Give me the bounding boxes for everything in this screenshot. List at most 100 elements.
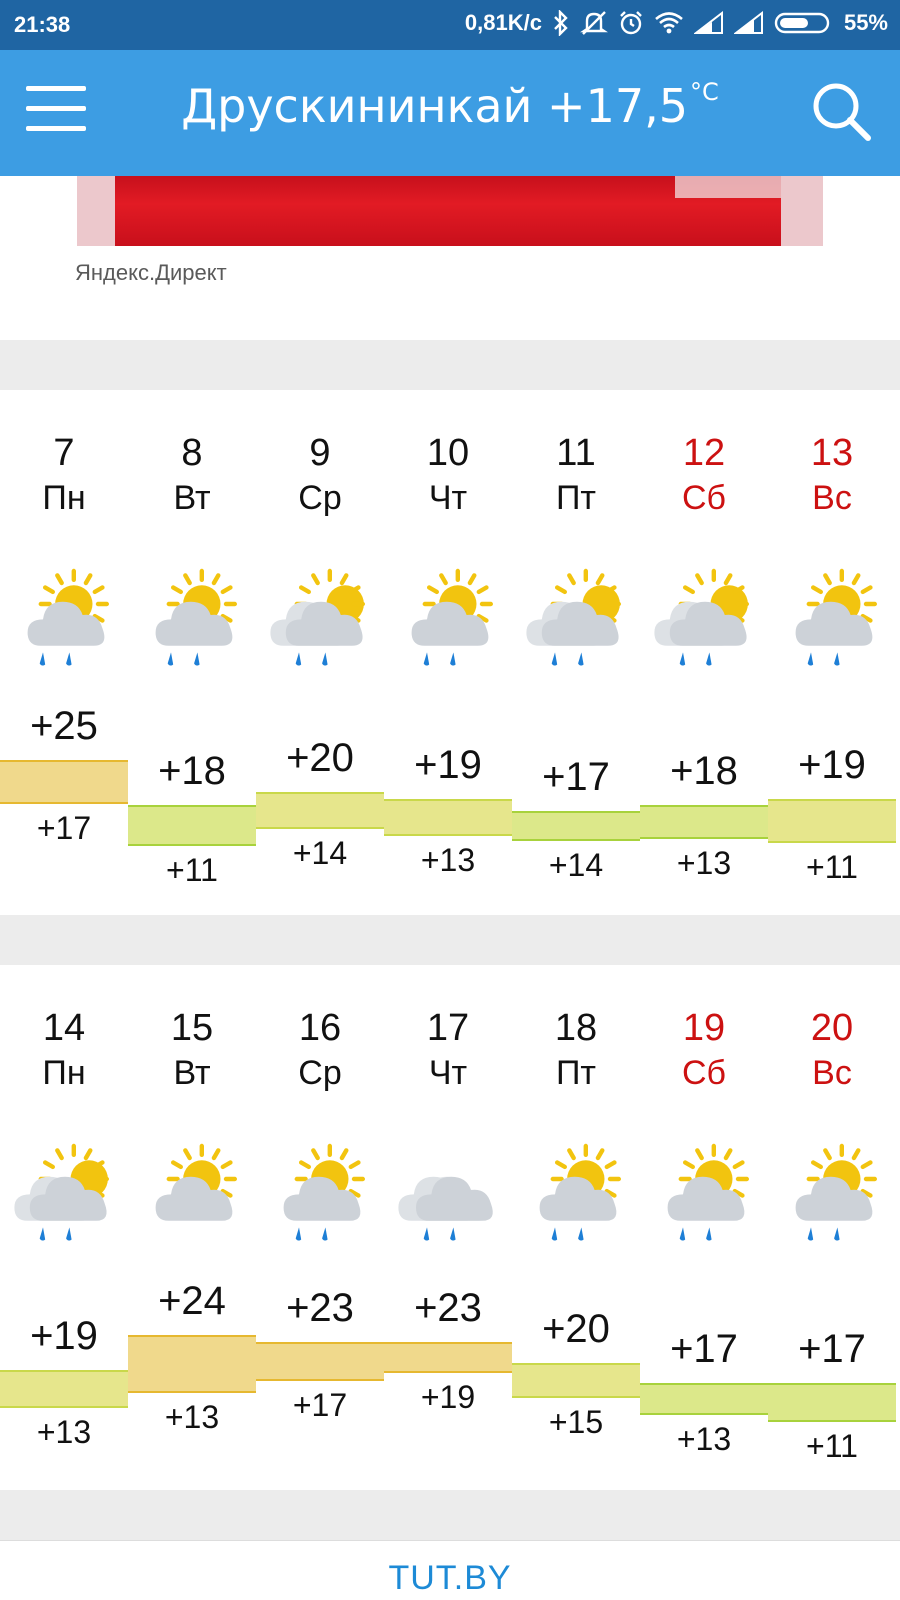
day-of-week: Вт xyxy=(173,479,211,517)
max-temperature: +18 xyxy=(158,749,226,793)
temperature-range-bar xyxy=(768,1383,896,1423)
day-of-week: Сб xyxy=(681,1054,727,1092)
temperature-range-bar xyxy=(128,1335,256,1393)
day-of-week: Ср xyxy=(298,1054,342,1092)
network-speed: 0,81K/c xyxy=(464,10,542,35)
day-number: 13 xyxy=(810,432,854,474)
day-number: 12 xyxy=(682,432,726,474)
temperature-unit: °C xyxy=(690,78,719,106)
day-number: 11 xyxy=(556,432,596,474)
max-temperature: +19 xyxy=(798,742,866,787)
day-header-16[interactable]: 16 Ср xyxy=(256,1005,384,1095)
min-temperature: +11 xyxy=(806,848,858,885)
day-header-12[interactable]: 12 Сб xyxy=(640,430,768,520)
partly-cloudy-rain-icon xyxy=(138,560,248,670)
day-header-17[interactable]: 17 Чт xyxy=(384,1005,512,1095)
ad-banner-graphic xyxy=(115,176,781,246)
day-of-week: Вт xyxy=(173,1054,211,1092)
min-temperature: +11 xyxy=(166,851,218,888)
max-temperature: +17 xyxy=(798,1327,866,1372)
day-header-13[interactable]: 13 Вс xyxy=(768,430,896,520)
mute-icon xyxy=(579,10,608,36)
day-number: 16 xyxy=(298,1007,342,1049)
ad-source-label: Яндекс.Директ xyxy=(75,260,227,285)
bluetooth-icon xyxy=(552,10,570,36)
day-number: 15 xyxy=(170,1007,214,1049)
day-of-week: Вс xyxy=(812,479,852,517)
day-number: 20 xyxy=(810,1007,854,1049)
temperature-range-bar xyxy=(128,805,256,846)
day-header-18[interactable]: 18 Пт xyxy=(512,1005,640,1095)
day-of-week: Пт xyxy=(555,1054,596,1092)
ad-banner-image[interactable] xyxy=(77,176,823,246)
status-bar: 21:38 0,81K/c 55% xyxy=(0,0,900,50)
temperature-range-bar xyxy=(256,1341,384,1381)
temperature-range-bar xyxy=(384,1341,512,1374)
min-temperature: +13 xyxy=(420,841,476,878)
footer[interactable]: TUT.BY xyxy=(0,1540,900,1600)
day-header-20[interactable]: 20 Вс xyxy=(768,1005,896,1095)
min-temperature: +13 xyxy=(676,1420,732,1457)
min-temperature: +17 xyxy=(292,1386,348,1423)
min-temperature: +19 xyxy=(420,1379,476,1416)
max-temperature: +20 xyxy=(542,1306,610,1351)
day-number: 8 xyxy=(181,432,203,474)
day-header-14[interactable]: 14 Пн xyxy=(0,1005,128,1095)
min-temperature: +15 xyxy=(548,1403,604,1440)
ad-block[interactable]: Яндекс.Директ xyxy=(0,176,900,340)
day-header-15[interactable]: 15 Вт xyxy=(128,1005,256,1095)
day-of-week: Пн xyxy=(42,1054,86,1092)
section-divider xyxy=(0,340,900,390)
day-header-7[interactable]: 7 Пн xyxy=(0,430,128,520)
overcast-rain-icon xyxy=(394,1135,504,1245)
cloudy-sun-rain-icon xyxy=(266,560,376,670)
max-temperature: +19 xyxy=(30,1313,98,1358)
forecast-week-2: 14 Пн +19 +13 15 Вт +24 +13 16 Ср +23 +17 17 Чт +23 +19… xyxy=(0,965,900,1490)
footer-brand-link[interactable]: TUT.BY xyxy=(388,1559,511,1598)
cloudy-sun-rain-icon xyxy=(10,1135,120,1245)
max-temperature: +17 xyxy=(542,755,610,800)
status-icons: 0,81K/c 55% xyxy=(465,10,888,36)
day-header-9[interactable]: 9 Ср xyxy=(256,430,384,520)
day-header-11[interactable]: 11 Пт xyxy=(512,430,640,520)
temperature-range-bar xyxy=(640,805,768,839)
min-temperature: +13 xyxy=(36,1414,92,1451)
partly-cloudy-rain-icon xyxy=(650,1135,760,1245)
temperature-range-bar xyxy=(512,1362,640,1398)
max-temperature: +18 xyxy=(670,749,738,793)
day-number: 7 xyxy=(53,432,75,474)
partly-cloudy-rain-icon xyxy=(394,560,504,670)
min-temperature: +14 xyxy=(548,847,604,884)
app-bar: Друскининкай +17,5°C xyxy=(0,50,900,176)
partly-cloudy-rain-icon xyxy=(778,1135,888,1245)
min-temperature: +14 xyxy=(292,835,348,872)
partly-cloudy-icon xyxy=(138,1135,248,1245)
day-number: 10 xyxy=(426,432,470,474)
temperature-range-bar xyxy=(384,798,512,836)
max-temperature: +20 xyxy=(286,736,354,781)
day-number: 19 xyxy=(682,1007,726,1049)
day-of-week: Ср xyxy=(298,479,342,517)
max-temperature: +17 xyxy=(670,1327,738,1372)
temperature-range-bar xyxy=(256,792,384,830)
page-title: Друскининкай +17,5°C xyxy=(0,78,900,133)
signal-icon-2 xyxy=(733,11,764,35)
search-icon xyxy=(813,83,871,141)
temperature-range-bar xyxy=(640,1383,768,1415)
day-number: 17 xyxy=(426,1007,470,1049)
day-header-8[interactable]: 8 Вт xyxy=(128,430,256,520)
day-of-week: Пт xyxy=(555,479,596,517)
search-button[interactable] xyxy=(810,80,874,144)
temperature-range-bar xyxy=(512,811,640,842)
city-temperature: Друскининкай +17,5 xyxy=(181,79,689,133)
day-of-week: Вс xyxy=(812,1054,852,1092)
battery-icon xyxy=(774,11,834,35)
day-of-week: Чт xyxy=(428,1054,468,1092)
alarm-icon xyxy=(618,10,644,36)
max-temperature: +25 xyxy=(30,704,98,748)
day-of-week: Сб xyxy=(681,479,727,517)
day-header-10[interactable]: 10 Чт xyxy=(384,430,512,520)
day-header-19[interactable]: 19 Сб xyxy=(640,1005,768,1095)
min-temperature: +13 xyxy=(676,844,732,881)
day-number: 18 xyxy=(554,1007,598,1049)
